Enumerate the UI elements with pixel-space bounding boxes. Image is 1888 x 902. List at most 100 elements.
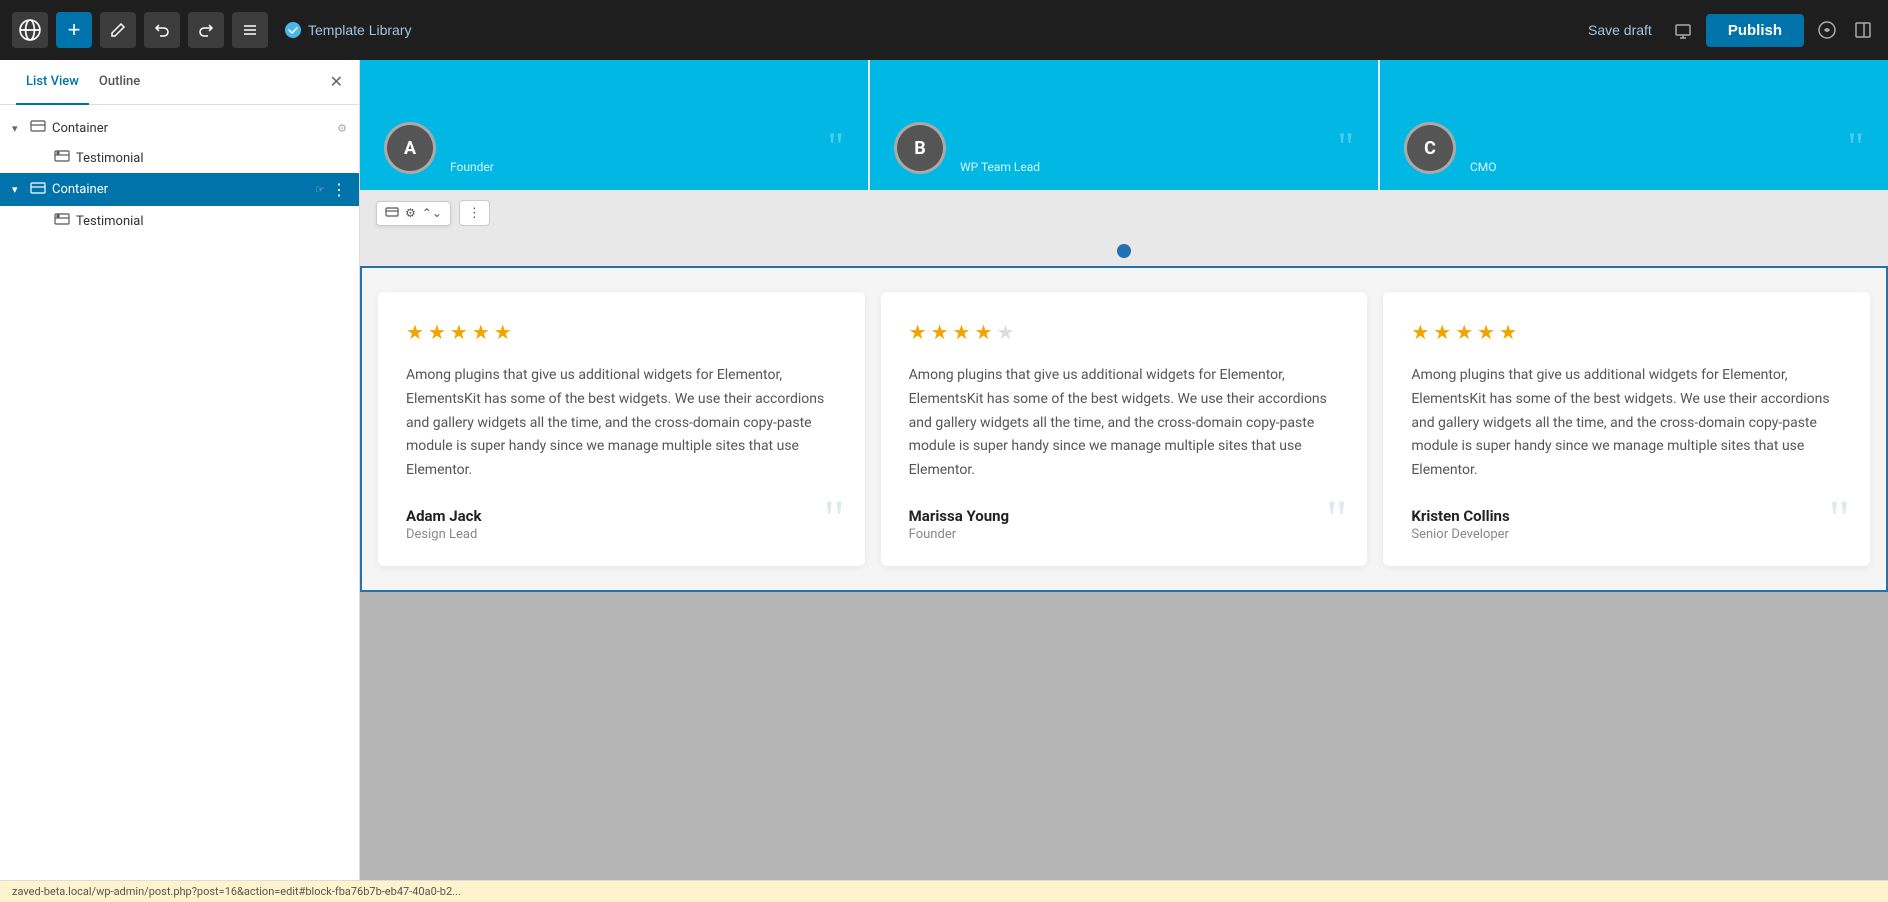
more-options-button[interactable] [1814,17,1840,43]
star-3-4: ★ [1477,320,1495,344]
cyan-quote-2: " [1338,123,1354,170]
star-1-4: ★ [472,320,490,344]
tab-outline[interactable]: Outline [89,60,150,105]
edit-button[interactable] [100,12,136,48]
avatar-2: B [894,122,946,174]
topbar: + [0,0,1888,60]
cyan-card-role-1: Founder [450,160,494,174]
avatar-1: A [384,122,436,174]
container-icon-1 [30,120,46,136]
status-bar: zaved-beta.local/wp-admin/post.php?post=… [0,880,1888,902]
testimonial-footer-3: Kristen Collins Senior Developer [1411,507,1842,542]
testimonial-role-3: Senior Developer [1411,527,1842,542]
cyan-card-info-2: WP Team Lead [960,160,1040,174]
testimonial-author-3: Kristen Collins [1411,507,1842,525]
testimonial-card-3: ★ ★ ★ ★ ★ Among plugins that give us add… [1383,292,1870,566]
star-3-1: ★ [1411,320,1429,344]
cyan-quote-1: " [828,123,844,170]
tree-item-container-1[interactable]: ▾ Container ⚙ [0,113,359,143]
star-1-5: ★ [494,320,512,344]
testimonial-role-2: Founder [909,527,1340,542]
topbar-right: Save draft Publish [1580,14,1876,47]
sidebar: List View Outline ✕ ▾ Container ⚙ [0,60,360,902]
star-2-4: ★ [974,320,992,344]
widget-toolbar[interactable]: ⚙ ⌃⌄ [376,201,451,226]
tree-item-container-2[interactable]: ▾ Container ☞ ⋮ [0,173,359,206]
widget-toolbar-icon2: ⚙ [405,206,416,220]
star-1-2: ★ [428,320,446,344]
publish-button[interactable]: Publish [1706,14,1804,47]
testimonial-icon-2 [54,213,70,229]
cyan-card-info-1: Founder [450,160,494,174]
cyan-cards-row: A Founder " B WP Team Lead " C CMO " [360,60,1888,190]
star-3-3: ★ [1455,320,1473,344]
cyan-quote-3: " [1848,123,1864,170]
container-2-label: Container [52,182,309,197]
cyan-card-3: C CMO " [1380,60,1888,190]
testimonial-1-label: Testimonial [76,151,347,166]
redo-button[interactable] [188,12,224,48]
star-2-1: ★ [909,320,927,344]
tree-item-testimonial-1[interactable]: ▾ Testimonial [36,143,359,173]
expand-icon-2: ▾ [12,183,24,196]
panel-toggle-button[interactable] [1850,17,1876,43]
testimonial-footer-2: Marissa Young Founder [909,507,1340,542]
cyan-card-role-2: WP Team Lead [960,160,1040,174]
tree-item-testimonial-2[interactable]: ▾ Testimonial [36,206,359,236]
star-1-1: ★ [406,320,424,344]
testimonial-text-2: Among plugins that give us additional wi… [909,364,1340,483]
testimonial-footer-1: Adam Jack Design Lead [406,507,837,542]
star-2-3: ★ [953,320,971,344]
quote-watermark-1: " [823,494,844,546]
star-3-2: ★ [1433,320,1451,344]
toolbar-row: ⚙ ⌃⌄ ⋮ [360,190,1888,236]
cyan-card-2: B WP Team Lead " [870,60,1378,190]
star-2-2: ★ [931,320,949,344]
widget-toolbar-arrows: ⌃⌄ [422,206,442,220]
template-library-label: Template Library [308,22,412,38]
testimonial-text-3: Among plugins that give us additional wi… [1411,364,1842,483]
tab-list-view[interactable]: List View [16,60,89,105]
testimonial-2-label: Testimonial [76,214,347,229]
testimonial-card-1: ★ ★ ★ ★ ★ Among plugins that give us add… [378,292,865,566]
cards-row: ★ ★ ★ ★ ★ Among plugins that give us add… [378,292,1870,566]
container-icon-2 [30,182,46,198]
testimonial-author-1: Adam Jack [406,507,837,525]
topbar-left: + [12,12,420,48]
sidebar-content: ▾ Container ⚙ ▾ [0,105,359,902]
testimonial-text-1: Among plugins that give us additional wi… [406,364,837,483]
star-3-5: ★ [1499,320,1517,344]
stars-3: ★ ★ ★ ★ ★ [1411,320,1842,344]
cursor-icon-2: ☞ [315,183,325,196]
star-2-5: ★ [996,320,1014,344]
dots-row [360,236,1888,266]
stars-1: ★ ★ ★ ★ ★ [406,320,837,344]
three-dot-menu[interactable]: ⋮ [331,180,347,199]
toolbar-more-button[interactable]: ⋮ [459,200,490,226]
template-library-button[interactable]: Template Library [276,17,420,43]
add-button[interactable]: + [56,12,92,48]
main-layout: List View Outline ✕ ▾ Container ⚙ [0,60,1888,902]
sidebar-tabs: List View Outline ✕ [0,60,359,105]
tree-group-2: ▾ Container ☞ ⋮ ▾ [0,173,359,236]
tree-children-2: ▾ Testimonial [0,206,359,236]
cyan-card-info-3: CMO [1470,160,1497,174]
wp-logo[interactable] [12,12,48,48]
testimonial-card-2: ★ ★ ★ ★ ★ Among plugins that give us add… [881,292,1368,566]
stars-2: ★ ★ ★ ★ ★ [909,320,1340,344]
cyan-card-role-3: CMO [1470,160,1497,174]
list-view-button[interactable] [232,12,268,48]
testimonial-role-1: Design Lead [406,527,837,542]
undo-button[interactable] [144,12,180,48]
quote-watermark-2: " [1326,494,1347,546]
expand-icon-1: ▾ [12,122,24,135]
cyan-card-1: A Founder " [360,60,868,190]
save-draft-button[interactable]: Save draft [1580,18,1660,42]
testimonial-icon-1 [54,150,70,166]
responsive-button[interactable] [1670,17,1696,43]
sidebar-close-button[interactable]: ✕ [330,72,343,92]
quote-watermark-3: " [1829,494,1850,546]
carousel-dot[interactable] [1117,244,1131,258]
star-1-3: ★ [450,320,468,344]
container-1-label: Container [52,121,331,136]
